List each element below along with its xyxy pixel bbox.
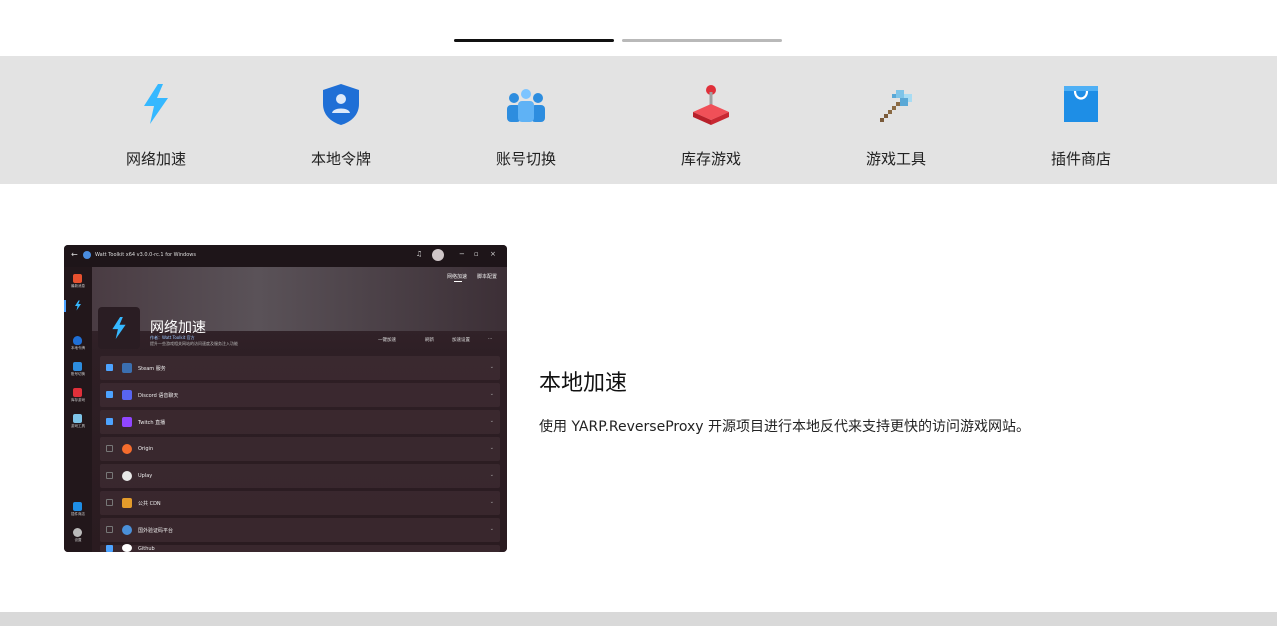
feature-local-token[interactable]: 本地令牌: [271, 56, 411, 184]
checkbox[interactable]: [106, 472, 113, 479]
chevron-down-icon[interactable]: ⌄: [490, 526, 494, 532]
feature-description: 使用 YARP.ReverseProxy 开源项目进行本地反代来支持更快的访问游…: [539, 419, 1031, 435]
chevron-down-icon[interactable]: ⌄: [490, 418, 494, 424]
title-bar: ← Watt Toolkit x64 v3.0.0-rc.1 for Windo…: [64, 245, 507, 267]
sidebar-item-accounts[interactable]: 账号切换: [64, 359, 92, 381]
feature-network-acceleration[interactable]: 网络加速: [86, 56, 226, 184]
checkbox[interactable]: [106, 526, 113, 533]
pager-dot-2[interactable]: [622, 39, 782, 42]
lightning-icon: [75, 300, 81, 311]
feature-label: 库存游戏: [680, 150, 741, 168]
gear-icon: [73, 528, 82, 537]
steam-icon: [122, 363, 132, 373]
chevron-down-icon[interactable]: ⌄: [490, 499, 494, 505]
tab-scripts[interactable]: 脚本配置: [477, 273, 497, 280]
lightning-icon: [144, 84, 168, 124]
list-item[interactable]: Twitch 直播 ⌄: [100, 410, 500, 434]
users-icon: [73, 362, 82, 371]
lightning-icon: [112, 317, 126, 339]
maximize-icon[interactable]: ▫: [474, 250, 479, 258]
users-group-icon: [507, 89, 545, 122]
app-sidebar: 最新消息 本地令牌 账号切换 库存游戏 游戏工具 插件商店 设置: [64, 267, 92, 552]
chevron-down-icon[interactable]: ⌄: [490, 391, 494, 397]
sidebar-item-settings[interactable]: 设置: [64, 525, 92, 547]
list-item[interactable]: Steam 服务 ⌄: [100, 356, 500, 380]
sidebar-item-news[interactable]: 最新消息: [64, 271, 92, 293]
avatar[interactable]: [432, 249, 444, 261]
pager-dot-1[interactable]: [454, 39, 614, 42]
shield-icon: [73, 336, 82, 345]
github-icon: [122, 544, 132, 552]
uplay-icon: [122, 471, 132, 481]
list-item[interactable]: Discord 语音聊天 ⌄: [100, 383, 500, 407]
feature-label: 游戏工具: [865, 150, 926, 168]
captcha-icon: [122, 525, 132, 535]
feature-label: 插件商店: [1050, 150, 1111, 168]
chevron-down-icon[interactable]: ⌄: [490, 472, 494, 478]
list-item[interactable]: 公共 CDN ⌄: [100, 491, 500, 515]
carousel-pager: [454, 39, 782, 42]
shopping-bag-icon: [1064, 86, 1098, 122]
feature-label: 本地令牌: [310, 150, 371, 168]
pixel-axe-icon: [880, 90, 912, 122]
header-icon-tile: [98, 307, 140, 349]
checkbox[interactable]: [106, 418, 113, 425]
twitch-icon: [122, 417, 132, 427]
checkbox[interactable]: [106, 499, 113, 506]
shield-user-icon: [323, 84, 359, 125]
sidebar-item-store[interactable]: 插件商店: [64, 499, 92, 521]
refresh-button[interactable]: 刷新: [425, 337, 434, 343]
bag-icon: [73, 502, 82, 511]
app-screenshot: ← Watt Toolkit x64 v3.0.0-rc.1 for Windo…: [64, 245, 507, 552]
home-icon: [73, 274, 82, 283]
more-button[interactable]: ···: [488, 337, 492, 342]
checkbox[interactable]: [106, 391, 113, 398]
list-item[interactable]: Github: [100, 544, 500, 552]
bell-icon[interactable]: ♫: [416, 250, 422, 258]
joystick-icon: [73, 388, 82, 397]
feature-label: 网络加速: [125, 150, 186, 168]
checkbox[interactable]: [106, 445, 113, 452]
acceleration-settings-button[interactable]: 加速设置: [452, 337, 470, 343]
checkbox[interactable]: [106, 545, 113, 552]
list-item[interactable]: 国外验证码平台 ⌄: [100, 518, 500, 542]
sidebar-item-tools[interactable]: 游戏工具: [64, 411, 92, 433]
feature-strip: 网络加速 本地令牌 账号切换 库存游戏 游戏工具 插件商店: [0, 56, 1277, 184]
cdn-icon: [122, 498, 132, 508]
feature-title: 本地加速: [539, 371, 628, 396]
list-item[interactable]: Uplay ⌄: [100, 464, 500, 488]
tab-acceleration[interactable]: 网络加速: [447, 273, 467, 280]
list-item[interactable]: Origin ⌄: [100, 437, 500, 461]
close-icon[interactable]: ×: [490, 250, 496, 258]
next-section-band: [0, 612, 1277, 626]
one-click-accelerate-button[interactable]: 一键加速: [378, 337, 396, 343]
header-subtitle: 提升一些游戏相关网站的访问速度及服务注入功能: [150, 341, 238, 346]
joystick-icon: [693, 85, 729, 125]
window-title: Watt Toolkit x64 v3.0.0-rc.1 for Windows: [95, 252, 196, 258]
sidebar-item-acceleration[interactable]: [64, 297, 92, 319]
sidebar-item-library[interactable]: 库存游戏: [64, 385, 92, 407]
axe-icon: [73, 414, 82, 423]
feature-plugin-store[interactable]: 插件商店: [1011, 56, 1151, 184]
app-logo-icon: [83, 251, 91, 259]
feature-label: 账号切换: [495, 150, 556, 168]
origin-icon: [122, 444, 132, 454]
chevron-down-icon[interactable]: ⌄: [490, 445, 494, 451]
back-arrow-icon[interactable]: ←: [71, 250, 78, 259]
minimize-icon[interactable]: −: [459, 250, 465, 258]
feature-game-library[interactable]: 库存游戏: [641, 56, 781, 184]
sidebar-item-token[interactable]: 本地令牌: [64, 333, 92, 355]
chevron-down-icon[interactable]: ⌄: [490, 364, 494, 370]
header-title: 网络加速: [150, 320, 206, 336]
discord-icon: [122, 390, 132, 400]
checkbox[interactable]: [106, 364, 113, 371]
feature-account-switch[interactable]: 账号切换: [456, 56, 596, 184]
feature-game-tools[interactable]: 游戏工具: [826, 56, 966, 184]
app-main: 网络加速 脚本配置 网络加速 作者：Watt Toolkit 官方 提升一些游戏…: [92, 267, 507, 552]
